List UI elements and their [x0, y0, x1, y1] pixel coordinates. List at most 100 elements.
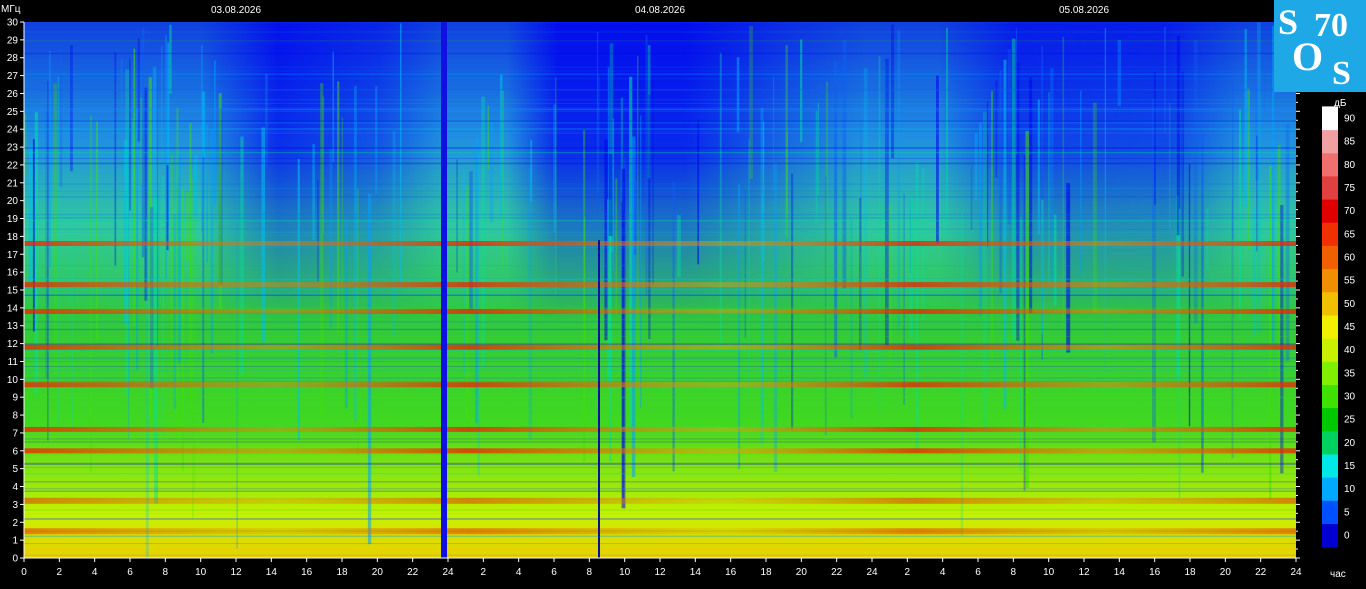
x-tick-label: 18 [1184, 567, 1196, 578]
x-tick-label: 22 [1255, 567, 1267, 578]
texture-stripe [1193, 40, 1198, 323]
texture-line [24, 396, 1296, 399]
texture-line [24, 363, 1296, 364]
texture-line [24, 462, 1296, 465]
texture-line [24, 147, 1296, 149]
x-tick-label: 16 [1149, 567, 1161, 578]
resonance-band [24, 241, 1296, 246]
texture-line [24, 369, 1296, 371]
data-gap-marker [441, 22, 447, 558]
colorbar-swatch [1322, 199, 1338, 223]
texture-line [24, 128, 1296, 130]
texture-line [24, 111, 1296, 113]
colorbar-tick-label: 85 [1344, 137, 1356, 148]
texture-stripe [622, 212, 624, 499]
texture-line [24, 162, 1296, 165]
texture-line [24, 278, 1296, 281]
colorbar-tick-label: 80 [1344, 160, 1356, 171]
x-tick-label: 12 [1078, 567, 1090, 578]
texture-stripe [1029, 77, 1033, 313]
texture-stripe [891, 24, 895, 159]
x-tick-label: 16 [725, 567, 737, 578]
y-tick-label: 27 [7, 71, 19, 82]
plot-area [24, 22, 1296, 558]
y-tick-label: 14 [7, 303, 19, 314]
colorbar-swatch [1322, 129, 1338, 154]
colorbar-tick-label: 15 [1344, 461, 1356, 472]
texture-line [24, 234, 1296, 236]
y-tick-label: 9 [12, 393, 18, 404]
y-tick-label: 5 [12, 464, 18, 475]
texture-line [24, 336, 1296, 337]
x-tick-label: 0 [21, 567, 27, 578]
texture-line [24, 377, 1296, 379]
texture-line [24, 183, 1296, 185]
y-tick-label: 19 [7, 214, 19, 225]
texture-stripe [1247, 88, 1250, 250]
texture-stripe [145, 217, 149, 558]
colorbar-tick-label: 45 [1344, 322, 1356, 333]
colorbar-tick-label: 40 [1344, 345, 1356, 356]
texture-line [24, 31, 1296, 33]
x-tick-label: 6 [551, 567, 557, 578]
colorbar-swatch [1322, 453, 1338, 478]
colorbar-label: дБ [1334, 98, 1347, 109]
texture-stripe [344, 220, 348, 409]
texture-stripe [166, 165, 169, 251]
y-tick-label: 29 [7, 35, 19, 46]
texture-line [24, 513, 1296, 515]
texture-line [24, 265, 1296, 267]
colorbar-swatch [1322, 222, 1338, 246]
logo: S 70 O S [1274, 0, 1366, 92]
y-tick-label: 17 [7, 250, 19, 261]
y-axis: 0123456789101112131415161718192021222324… [7, 18, 25, 565]
texture-line [24, 481, 1296, 483]
texture-line [24, 40, 1296, 42]
x-tick-label: 10 [619, 567, 631, 578]
x-tick-label: 18 [760, 567, 772, 578]
y-tick-label: 26 [7, 89, 19, 100]
texture-stripe [738, 184, 741, 470]
colorbar-tick-label: 70 [1344, 206, 1356, 217]
date-label: 05.08.2026 [1059, 5, 1109, 16]
colorbar-tick-label: 0 [1344, 531, 1350, 542]
texture-stripe [201, 45, 203, 232]
x-axis-label: час [1330, 569, 1346, 580]
texture-stripe [132, 119, 134, 255]
texture-stripe [863, 68, 868, 378]
texture-line [24, 42, 1296, 44]
texture-line [24, 288, 1296, 290]
x-tick-label: 4 [92, 567, 98, 578]
colorbar-swatch [1322, 106, 1338, 131]
colorbar-tick-label: 65 [1344, 229, 1356, 240]
texture-stripe [974, 132, 978, 201]
texture-stripe [1015, 28, 1018, 156]
texture-stripe [169, 24, 172, 94]
x-tick-label: 4 [940, 567, 946, 578]
texture-line [24, 220, 1296, 222]
x-tick-label: 20 [796, 567, 808, 578]
texture-stripe [530, 140, 533, 202]
x-tick-label: 8 [1011, 567, 1017, 578]
y-tick-label: 21 [7, 178, 19, 189]
texture-line [24, 228, 1296, 230]
texture-line [24, 99, 1296, 101]
texture-stripe [329, 148, 333, 328]
texture-stripe [489, 122, 494, 223]
texture-stripe [800, 39, 803, 142]
texture-stripe [214, 60, 216, 204]
x-tick-label: 6 [127, 567, 133, 578]
texture-line [24, 231, 1296, 233]
texture-stripe [1176, 35, 1181, 236]
texture-line [24, 490, 1296, 492]
texture-line [24, 120, 1296, 122]
svg-text:O: O [1292, 34, 1323, 79]
colorbar-swatch [1322, 291, 1338, 316]
x-tick-label: 12 [654, 567, 666, 578]
texture-stripe [791, 173, 794, 430]
texture-stripe [297, 159, 300, 441]
texture-line [24, 52, 1296, 55]
x-tick-label: 6 [975, 567, 981, 578]
texture-stripe [824, 176, 827, 435]
texture-stripe [185, 192, 190, 261]
